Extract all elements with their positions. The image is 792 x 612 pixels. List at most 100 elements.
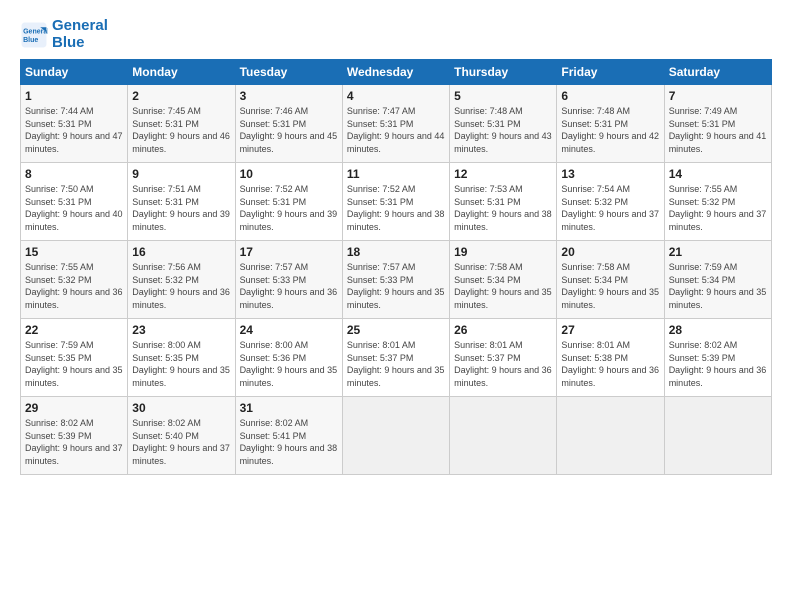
col-header-wednesday: Wednesday — [342, 60, 449, 85]
calendar-cell: 29 Sunrise: 8:02 AMSunset: 5:39 PMDaylig… — [21, 397, 128, 475]
calendar-header-row: SundayMondayTuesdayWednesdayThursdayFrid… — [21, 60, 772, 85]
day-number: 1 — [25, 89, 123, 103]
calendar-cell: 27 Sunrise: 8:01 AMSunset: 5:38 PMDaylig… — [557, 319, 664, 397]
col-header-tuesday: Tuesday — [235, 60, 342, 85]
day-detail: Sunrise: 8:01 AMSunset: 5:37 PMDaylight:… — [454, 340, 552, 388]
day-detail: Sunrise: 8:00 AMSunset: 5:35 PMDaylight:… — [132, 340, 230, 388]
day-number: 8 — [25, 167, 123, 181]
calendar-cell: 12 Sunrise: 7:53 AMSunset: 5:31 PMDaylig… — [450, 163, 557, 241]
col-header-sunday: Sunday — [21, 60, 128, 85]
calendar-cell: 2 Sunrise: 7:45 AMSunset: 5:31 PMDayligh… — [128, 85, 235, 163]
calendar-cell: 24 Sunrise: 8:00 AMSunset: 5:36 PMDaylig… — [235, 319, 342, 397]
day-number: 12 — [454, 167, 552, 181]
day-detail: Sunrise: 7:59 AMSunset: 5:35 PMDaylight:… — [25, 340, 123, 388]
day-number: 9 — [132, 167, 230, 181]
day-detail: Sunrise: 7:44 AMSunset: 5:31 PMDaylight:… — [25, 106, 123, 154]
calendar-cell: 26 Sunrise: 8:01 AMSunset: 5:37 PMDaylig… — [450, 319, 557, 397]
day-detail: Sunrise: 7:57 AMSunset: 5:33 PMDaylight:… — [347, 262, 445, 310]
day-detail: Sunrise: 8:01 AMSunset: 5:37 PMDaylight:… — [347, 340, 445, 388]
calendar-cell: 30 Sunrise: 8:02 AMSunset: 5:40 PMDaylig… — [128, 397, 235, 475]
day-number: 20 — [561, 245, 659, 259]
day-number: 2 — [132, 89, 230, 103]
day-number: 16 — [132, 245, 230, 259]
day-detail: Sunrise: 7:48 AMSunset: 5:31 PMDaylight:… — [454, 106, 552, 154]
week-row-3: 15 Sunrise: 7:55 AMSunset: 5:32 PMDaylig… — [21, 241, 772, 319]
day-number: 11 — [347, 167, 445, 181]
day-detail: Sunrise: 7:57 AMSunset: 5:33 PMDaylight:… — [240, 262, 338, 310]
day-number: 6 — [561, 89, 659, 103]
day-detail: Sunrise: 7:47 AMSunset: 5:31 PMDaylight:… — [347, 106, 445, 154]
day-number: 4 — [347, 89, 445, 103]
day-detail: Sunrise: 7:55 AMSunset: 5:32 PMDaylight:… — [25, 262, 123, 310]
calendar-cell: 22 Sunrise: 7:59 AMSunset: 5:35 PMDaylig… — [21, 319, 128, 397]
day-detail: Sunrise: 8:02 AMSunset: 5:39 PMDaylight:… — [25, 418, 123, 466]
day-detail: Sunrise: 7:55 AMSunset: 5:32 PMDaylight:… — [669, 184, 767, 232]
calendar-cell: 20 Sunrise: 7:58 AMSunset: 5:34 PMDaylig… — [557, 241, 664, 319]
calendar-cell: 1 Sunrise: 7:44 AMSunset: 5:31 PMDayligh… — [21, 85, 128, 163]
header: General Blue General Blue — [20, 18, 772, 51]
day-detail: Sunrise: 7:49 AMSunset: 5:31 PMDaylight:… — [669, 106, 767, 154]
day-number: 17 — [240, 245, 338, 259]
calendar-cell: 21 Sunrise: 7:59 AMSunset: 5:34 PMDaylig… — [664, 241, 771, 319]
day-number: 28 — [669, 323, 767, 337]
day-detail: Sunrise: 7:54 AMSunset: 5:32 PMDaylight:… — [561, 184, 659, 232]
day-detail: Sunrise: 7:53 AMSunset: 5:31 PMDaylight:… — [454, 184, 552, 232]
week-row-5: 29 Sunrise: 8:02 AMSunset: 5:39 PMDaylig… — [21, 397, 772, 475]
logo-icon: General Blue — [20, 21, 48, 49]
calendar-cell: 15 Sunrise: 7:55 AMSunset: 5:32 PMDaylig… — [21, 241, 128, 319]
day-detail: Sunrise: 7:51 AMSunset: 5:31 PMDaylight:… — [132, 184, 230, 232]
calendar-cell — [664, 397, 771, 475]
calendar-cell: 28 Sunrise: 8:02 AMSunset: 5:39 PMDaylig… — [664, 319, 771, 397]
day-detail: Sunrise: 7:45 AMSunset: 5:31 PMDaylight:… — [132, 106, 230, 154]
day-number: 26 — [454, 323, 552, 337]
calendar-cell — [342, 397, 449, 475]
calendar-cell: 18 Sunrise: 7:57 AMSunset: 5:33 PMDaylig… — [342, 241, 449, 319]
day-detail: Sunrise: 7:50 AMSunset: 5:31 PMDaylight:… — [25, 184, 123, 232]
day-detail: Sunrise: 8:00 AMSunset: 5:36 PMDaylight:… — [240, 340, 338, 388]
calendar-cell: 4 Sunrise: 7:47 AMSunset: 5:31 PMDayligh… — [342, 85, 449, 163]
calendar-cell: 3 Sunrise: 7:46 AMSunset: 5:31 PMDayligh… — [235, 85, 342, 163]
day-detail: Sunrise: 7:58 AMSunset: 5:34 PMDaylight:… — [454, 262, 552, 310]
calendar-cell: 13 Sunrise: 7:54 AMSunset: 5:32 PMDaylig… — [557, 163, 664, 241]
col-header-friday: Friday — [557, 60, 664, 85]
calendar-cell: 31 Sunrise: 8:02 AMSunset: 5:41 PMDaylig… — [235, 397, 342, 475]
calendar-cell: 8 Sunrise: 7:50 AMSunset: 5:31 PMDayligh… — [21, 163, 128, 241]
day-detail: Sunrise: 8:02 AMSunset: 5:41 PMDaylight:… — [240, 418, 338, 466]
calendar-cell: 9 Sunrise: 7:51 AMSunset: 5:31 PMDayligh… — [128, 163, 235, 241]
day-number: 14 — [669, 167, 767, 181]
day-detail: Sunrise: 7:58 AMSunset: 5:34 PMDaylight:… — [561, 262, 659, 310]
week-row-1: 1 Sunrise: 7:44 AMSunset: 5:31 PMDayligh… — [21, 85, 772, 163]
calendar-cell: 23 Sunrise: 8:00 AMSunset: 5:35 PMDaylig… — [128, 319, 235, 397]
week-row-2: 8 Sunrise: 7:50 AMSunset: 5:31 PMDayligh… — [21, 163, 772, 241]
day-number: 25 — [347, 323, 445, 337]
day-number: 22 — [25, 323, 123, 337]
calendar-cell: 19 Sunrise: 7:58 AMSunset: 5:34 PMDaylig… — [450, 241, 557, 319]
day-detail: Sunrise: 8:02 AMSunset: 5:40 PMDaylight:… — [132, 418, 230, 466]
day-number: 10 — [240, 167, 338, 181]
calendar-cell: 7 Sunrise: 7:49 AMSunset: 5:31 PMDayligh… — [664, 85, 771, 163]
day-number: 3 — [240, 89, 338, 103]
calendar-cell — [450, 397, 557, 475]
day-number: 18 — [347, 245, 445, 259]
day-detail: Sunrise: 7:52 AMSunset: 5:31 PMDaylight:… — [347, 184, 445, 232]
calendar-cell: 6 Sunrise: 7:48 AMSunset: 5:31 PMDayligh… — [557, 85, 664, 163]
logo-text-general: General — [52, 18, 108, 35]
day-detail: Sunrise: 7:48 AMSunset: 5:31 PMDaylight:… — [561, 106, 659, 154]
day-detail: Sunrise: 8:02 AMSunset: 5:39 PMDaylight:… — [669, 340, 767, 388]
day-detail: Sunrise: 7:52 AMSunset: 5:31 PMDaylight:… — [240, 184, 338, 232]
day-number: 31 — [240, 401, 338, 415]
week-row-4: 22 Sunrise: 7:59 AMSunset: 5:35 PMDaylig… — [21, 319, 772, 397]
day-number: 23 — [132, 323, 230, 337]
logo: General Blue General Blue — [20, 18, 108, 51]
day-detail: Sunrise: 7:59 AMSunset: 5:34 PMDaylight:… — [669, 262, 767, 310]
day-number: 15 — [25, 245, 123, 259]
col-header-saturday: Saturday — [664, 60, 771, 85]
day-number: 21 — [669, 245, 767, 259]
calendar-cell: 25 Sunrise: 8:01 AMSunset: 5:37 PMDaylig… — [342, 319, 449, 397]
day-detail: Sunrise: 8:01 AMSunset: 5:38 PMDaylight:… — [561, 340, 659, 388]
day-detail: Sunrise: 7:46 AMSunset: 5:31 PMDaylight:… — [240, 106, 338, 154]
day-number: 24 — [240, 323, 338, 337]
day-number: 29 — [25, 401, 123, 415]
calendar-cell: 11 Sunrise: 7:52 AMSunset: 5:31 PMDaylig… — [342, 163, 449, 241]
calendar-body: 1 Sunrise: 7:44 AMSunset: 5:31 PMDayligh… — [21, 85, 772, 475]
